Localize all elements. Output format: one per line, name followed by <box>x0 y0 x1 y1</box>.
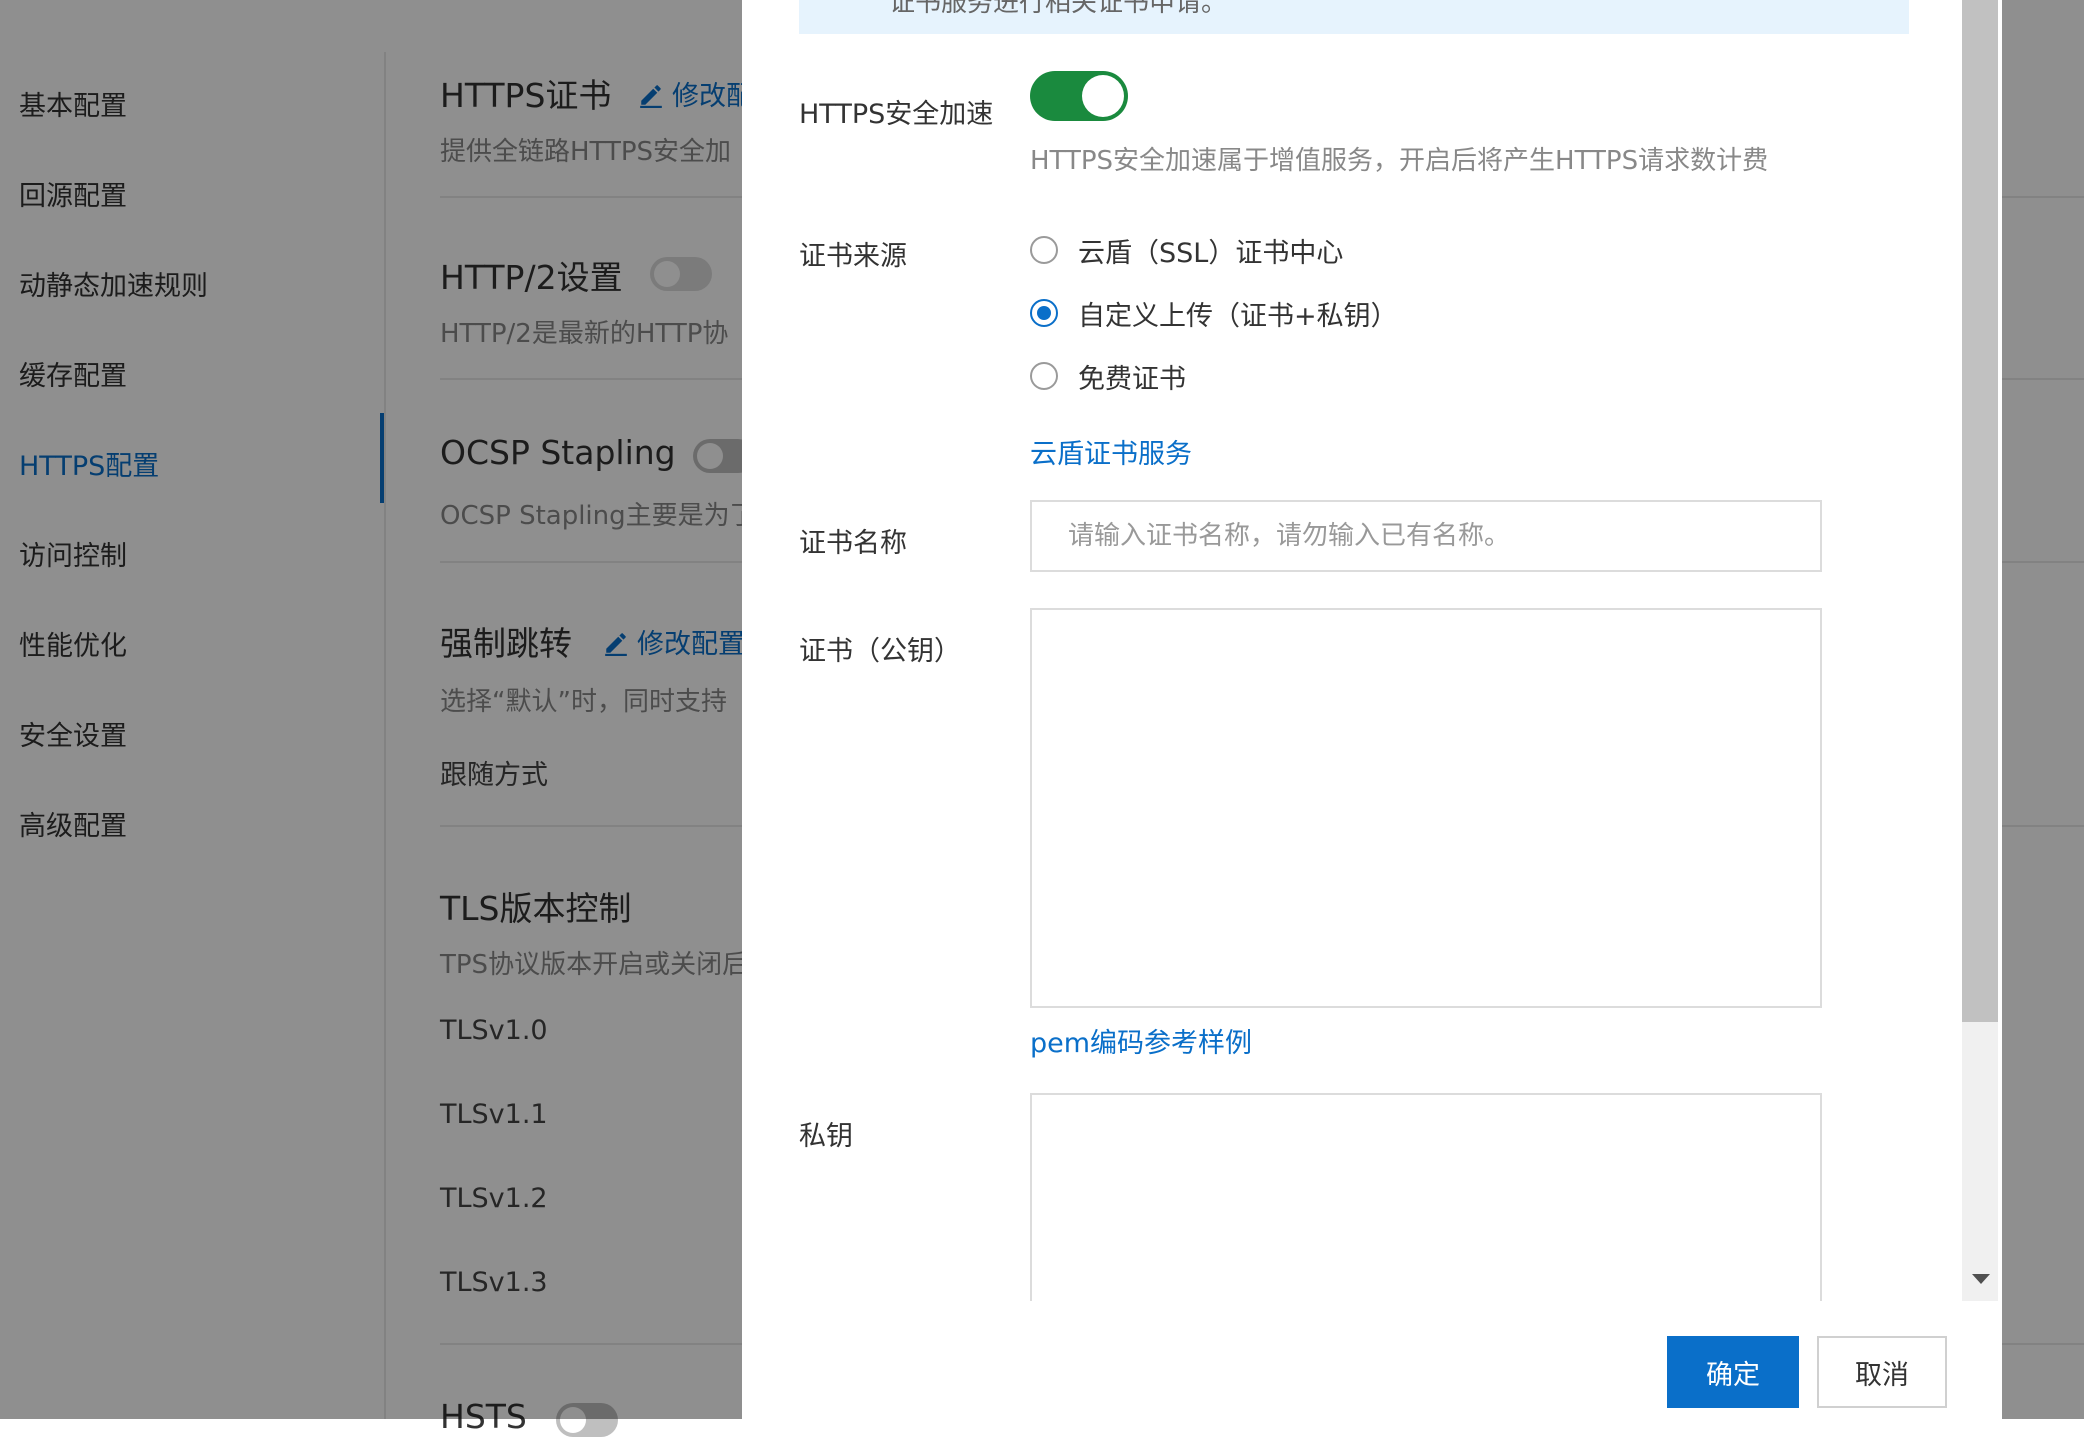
scrollbar-thumb[interactable] <box>1962 0 1998 1022</box>
radio-label: 云盾（SSL）证书中心 <box>1078 237 1344 269</box>
radio-label: 免费证书 <box>1078 363 1186 395</box>
https-accel-help: HTTPS安全加速属于增值服务，开启后将产生HTTPS请求数计费 <box>1030 146 1769 176</box>
cert-source-label: 证书来源 <box>799 241 907 272</box>
info-banner: 证书服务进行相关证书申请。 <box>799 0 1909 34</box>
radio-option-ssl-center[interactable]: 云盾（SSL）证书中心 <box>1030 233 1344 269</box>
radio-option-free-cert[interactable]: 免费证书 <box>1030 359 1186 395</box>
cert-name-input[interactable] <box>1030 500 1822 572</box>
cancel-button[interactable]: 取消 <box>1817 1336 1947 1408</box>
radio-label: 自定义上传（证书+私钥） <box>1078 300 1398 332</box>
radio-button[interactable] <box>1030 236 1058 264</box>
private-key-label: 私钥 <box>799 1121 853 1152</box>
private-key-textarea[interactable] <box>1030 1093 1822 1303</box>
https-accel-label: HTTPS安全加速 <box>799 99 994 130</box>
scroll-down-arrow-icon[interactable] <box>1972 1274 1990 1284</box>
confirm-button[interactable]: 确定 <box>1667 1336 1799 1408</box>
radio-button[interactable] <box>1030 362 1058 390</box>
toggle-knob <box>1082 75 1124 117</box>
radio-button-checked[interactable] <box>1030 299 1058 327</box>
cloud-cert-service-link[interactable]: 云盾证书服务 <box>1030 432 1192 471</box>
scroll-region-edge <box>742 1301 1962 1321</box>
https-accel-toggle[interactable] <box>1030 71 1128 121</box>
public-key-label: 证书（公钥） <box>799 636 961 667</box>
info-banner-text: 证书服务进行相关证书申请。 <box>889 0 1228 18</box>
public-key-textarea[interactable] <box>1030 608 1822 1008</box>
cert-name-label: 证书名称 <box>799 528 907 559</box>
https-cert-dialog: 证书服务进行相关证书申请。 HTTPS安全加速 HTTPS安全加速属于增值服务，… <box>742 0 2002 1419</box>
pem-example-link[interactable]: pem编码参考样例 <box>1030 1021 1252 1060</box>
radio-option-custom-upload[interactable]: 自定义上传（证书+私钥） <box>1030 296 1398 332</box>
